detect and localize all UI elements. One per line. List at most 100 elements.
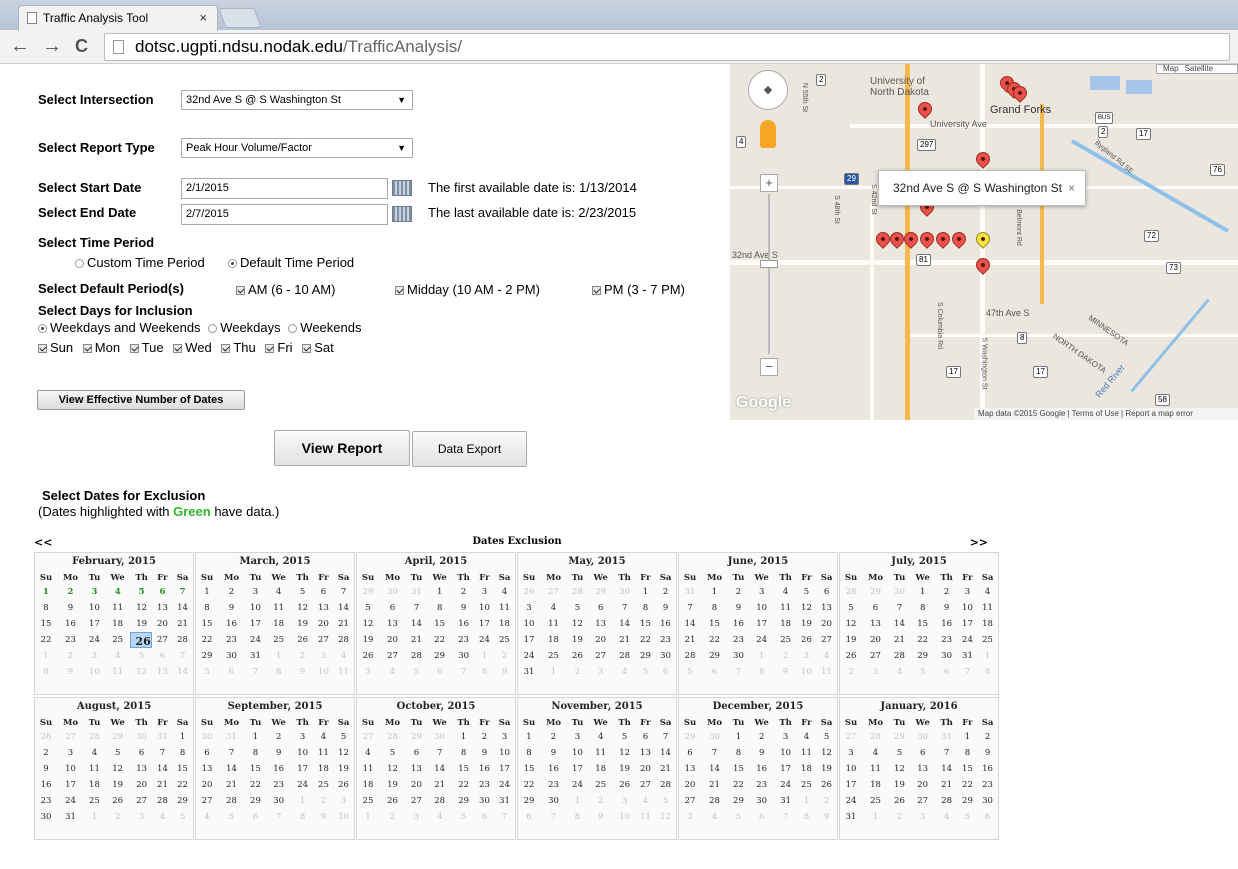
calendar-day[interactable]: 29 — [862, 584, 889, 600]
calendar-day[interactable]: 30 — [196, 729, 218, 745]
calendar-day[interactable]: 4 — [333, 648, 354, 664]
calendar-day[interactable]: 18 — [357, 777, 379, 793]
wed-checkbox[interactable]: Wed — [173, 340, 212, 355]
intersection-pin[interactable] — [973, 149, 993, 169]
calendar-day[interactable]: 29 — [679, 729, 701, 745]
calendar-day[interactable]: 28 — [613, 648, 635, 664]
map[interactable]: University of North Dakota Grand Forks U… — [730, 64, 1238, 420]
calendar-day[interactable]: 31 — [153, 729, 172, 745]
pm-checkbox[interactable]: PM (3 - 7 PM) — [592, 282, 685, 297]
calendar-day[interactable]: 5 — [291, 584, 313, 600]
calendar-day[interactable]: 24 — [567, 777, 588, 793]
calendar-day[interactable]: 30 — [613, 584, 635, 600]
calendar-day[interactable]: 11 — [333, 664, 354, 680]
calendar-day[interactable]: 7 — [701, 745, 728, 761]
calendar-day[interactable]: 15 — [196, 616, 218, 632]
calendar-day[interactable]: 23 — [57, 632, 84, 648]
calendar-day[interactable]: 10 — [518, 616, 540, 632]
calendar-day[interactable]: 25 — [105, 632, 130, 648]
calendar-day[interactable]: 11 — [588, 745, 613, 761]
calendar-day[interactable]: 13 — [679, 761, 701, 777]
calendar-day[interactable]: 28 — [406, 648, 427, 664]
calendar-day[interactable]: 28 — [889, 648, 910, 664]
calendar-day[interactable]: 29 — [427, 648, 452, 664]
am-checkbox[interactable]: AM (6 - 10 AM) — [236, 282, 335, 297]
calendar-day[interactable]: 13 — [153, 664, 172, 680]
calendar-day[interactable]: 19 — [567, 632, 588, 648]
calendar-day[interactable]: 30 — [977, 793, 998, 809]
calendar-day[interactable]: 1 — [427, 584, 452, 600]
zoom-slider-track[interactable] — [768, 194, 770, 354]
calendar-day[interactable]: 16 — [655, 616, 676, 632]
tab-close-icon[interactable]: × — [199, 6, 207, 30]
pegman-icon[interactable] — [760, 120, 776, 148]
calendar-day[interactable]: 12 — [567, 616, 588, 632]
calendar-day[interactable]: 23 — [540, 777, 567, 793]
calendar-day[interactable]: 6 — [588, 600, 613, 616]
calendar-day[interactable]: 3 — [245, 584, 266, 600]
calendar-day[interactable]: 4 — [153, 809, 172, 825]
calendar-day[interactable]: 2 — [57, 648, 84, 664]
calendar-day[interactable]: 13 — [406, 761, 427, 777]
calendar-day[interactable]: 29 — [406, 729, 427, 745]
calendar-day[interactable]: 21 — [406, 632, 427, 648]
view-effective-dates-button[interactable]: View Effective Number of Dates — [37, 390, 245, 410]
calendar-day[interactable]: 19 — [613, 761, 635, 777]
calendar-day[interactable]: 2 — [816, 793, 837, 809]
calendar-day[interactable]: 8 — [196, 600, 218, 616]
calendar-day[interactable]: 5 — [910, 664, 935, 680]
calendar-day[interactable]: 7 — [728, 664, 749, 680]
calendar-day[interactable]: 17 — [840, 777, 862, 793]
calendar-day[interactable]: 1 — [636, 584, 655, 600]
calendar-day[interactable]: 31 — [840, 809, 862, 825]
calendar-day[interactable]: 5 — [613, 729, 635, 745]
calendar-day[interactable]: 15 — [701, 616, 728, 632]
calendar-day[interactable]: 4 — [889, 664, 910, 680]
zoom-slider-handle[interactable] — [760, 260, 778, 268]
calendar-day[interactable]: 18 — [797, 761, 816, 777]
calendar-day[interactable]: 20 — [910, 777, 935, 793]
calendar-day[interactable]: 30 — [935, 648, 957, 664]
calendar-day[interactable]: 2 — [57, 584, 84, 600]
calendar-day[interactable]: 8 — [172, 745, 193, 761]
calendar-day[interactable]: 10 — [291, 745, 313, 761]
calendar-day[interactable]: 4 — [427, 809, 452, 825]
calendar-day[interactable]: 16 — [728, 616, 749, 632]
view-report-button[interactable]: View Report — [274, 430, 410, 466]
calendar-day[interactable]: 6 — [749, 809, 774, 825]
calendar-day[interactable]: 22 — [958, 777, 977, 793]
calendar-day[interactable]: 25 — [494, 632, 515, 648]
intersection-pin[interactable] — [973, 255, 993, 275]
calendar-day[interactable]: 17 — [958, 616, 977, 632]
calendar-day[interactable]: 30 — [749, 793, 774, 809]
calendar-day[interactable]: 6 — [130, 745, 152, 761]
calendar-day[interactable]: 8 — [266, 664, 291, 680]
calendar-day[interactable]: 11 — [266, 600, 291, 616]
calendar-day[interactable]: 21 — [935, 777, 957, 793]
end-date-input[interactable]: 2/7/2015 — [181, 204, 388, 225]
calendar-day[interactable]: 4 — [540, 600, 567, 616]
calendar-day[interactable]: 1 — [196, 584, 218, 600]
calendar-day[interactable]: 11 — [105, 664, 130, 680]
calendar-day[interactable]: 18 — [494, 616, 515, 632]
calendar-day[interactable]: 10 — [314, 664, 333, 680]
calendar-day[interactable]: 22 — [172, 777, 193, 793]
calendar-day[interactable]: 20 — [862, 632, 889, 648]
calendar-day[interactable]: 8 — [977, 664, 998, 680]
calendar-day[interactable]: 5 — [172, 809, 193, 825]
calendar-day[interactable]: 2 — [588, 793, 613, 809]
map-type-control[interactable]: Map Satellite — [1156, 64, 1238, 74]
calendar-day[interactable]: 28 — [84, 729, 105, 745]
calendar-day[interactable]: 8 — [701, 600, 728, 616]
calendar-day[interactable]: 12 — [840, 616, 862, 632]
calendar-day[interactable]: 29 — [105, 729, 130, 745]
intersection-pin[interactable] — [915, 99, 935, 119]
calendar-day[interactable]: 23 — [977, 777, 998, 793]
calendar-day[interactable]: 30 — [475, 793, 494, 809]
calendar-day[interactable]: 11 — [816, 664, 837, 680]
calendar-day[interactable]: 22 — [427, 632, 452, 648]
calendar-day[interactable]: 21 — [613, 632, 635, 648]
calendar-day[interactable]: 14 — [679, 616, 701, 632]
calendar-day[interactable]: 3 — [333, 793, 354, 809]
calendar-day[interactable]: 26 — [379, 793, 406, 809]
